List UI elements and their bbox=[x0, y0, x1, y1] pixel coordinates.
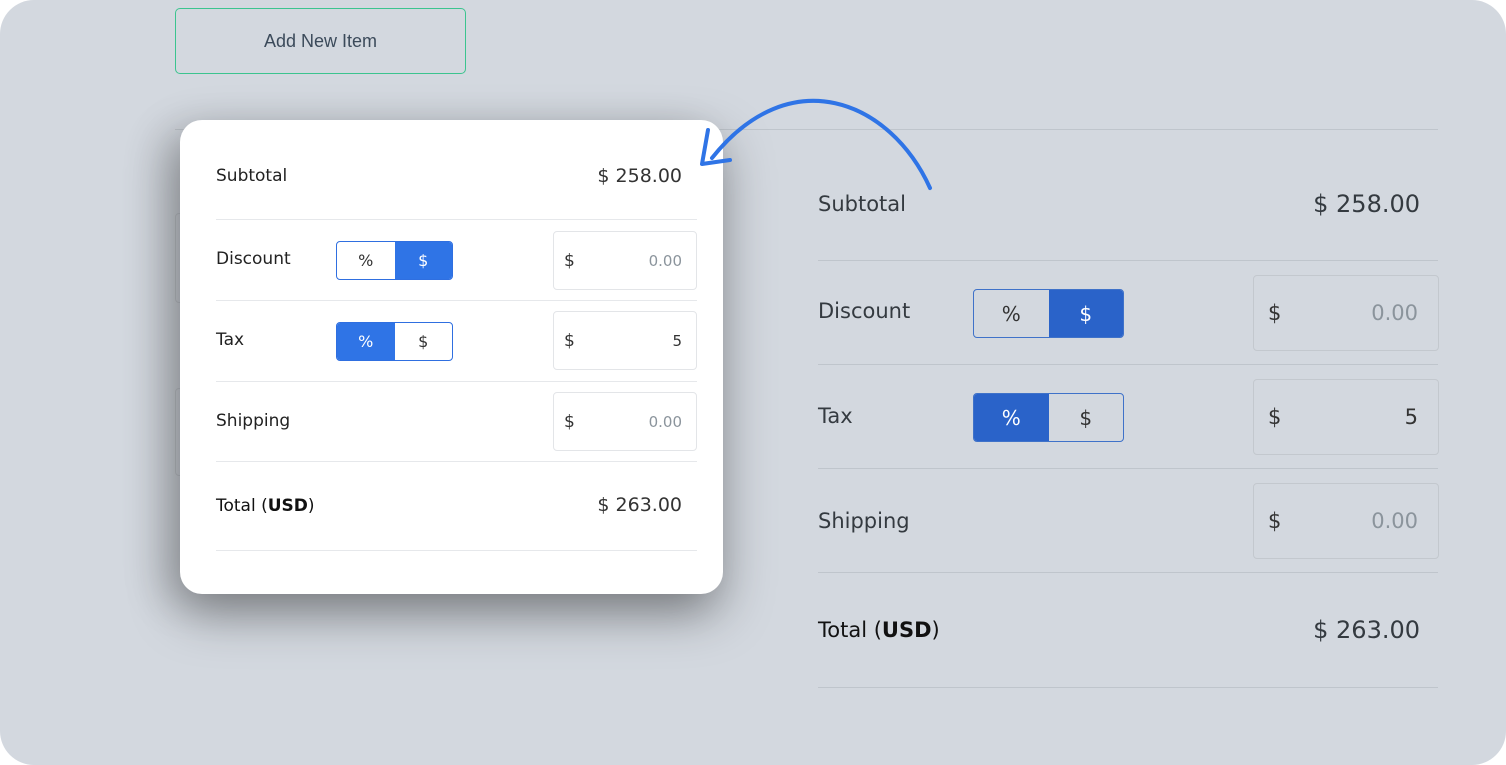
page-background: Add New Item Subtotal $ 258.00 Discount … bbox=[0, 0, 1506, 765]
curved-arrow-icon bbox=[700, 98, 932, 190]
